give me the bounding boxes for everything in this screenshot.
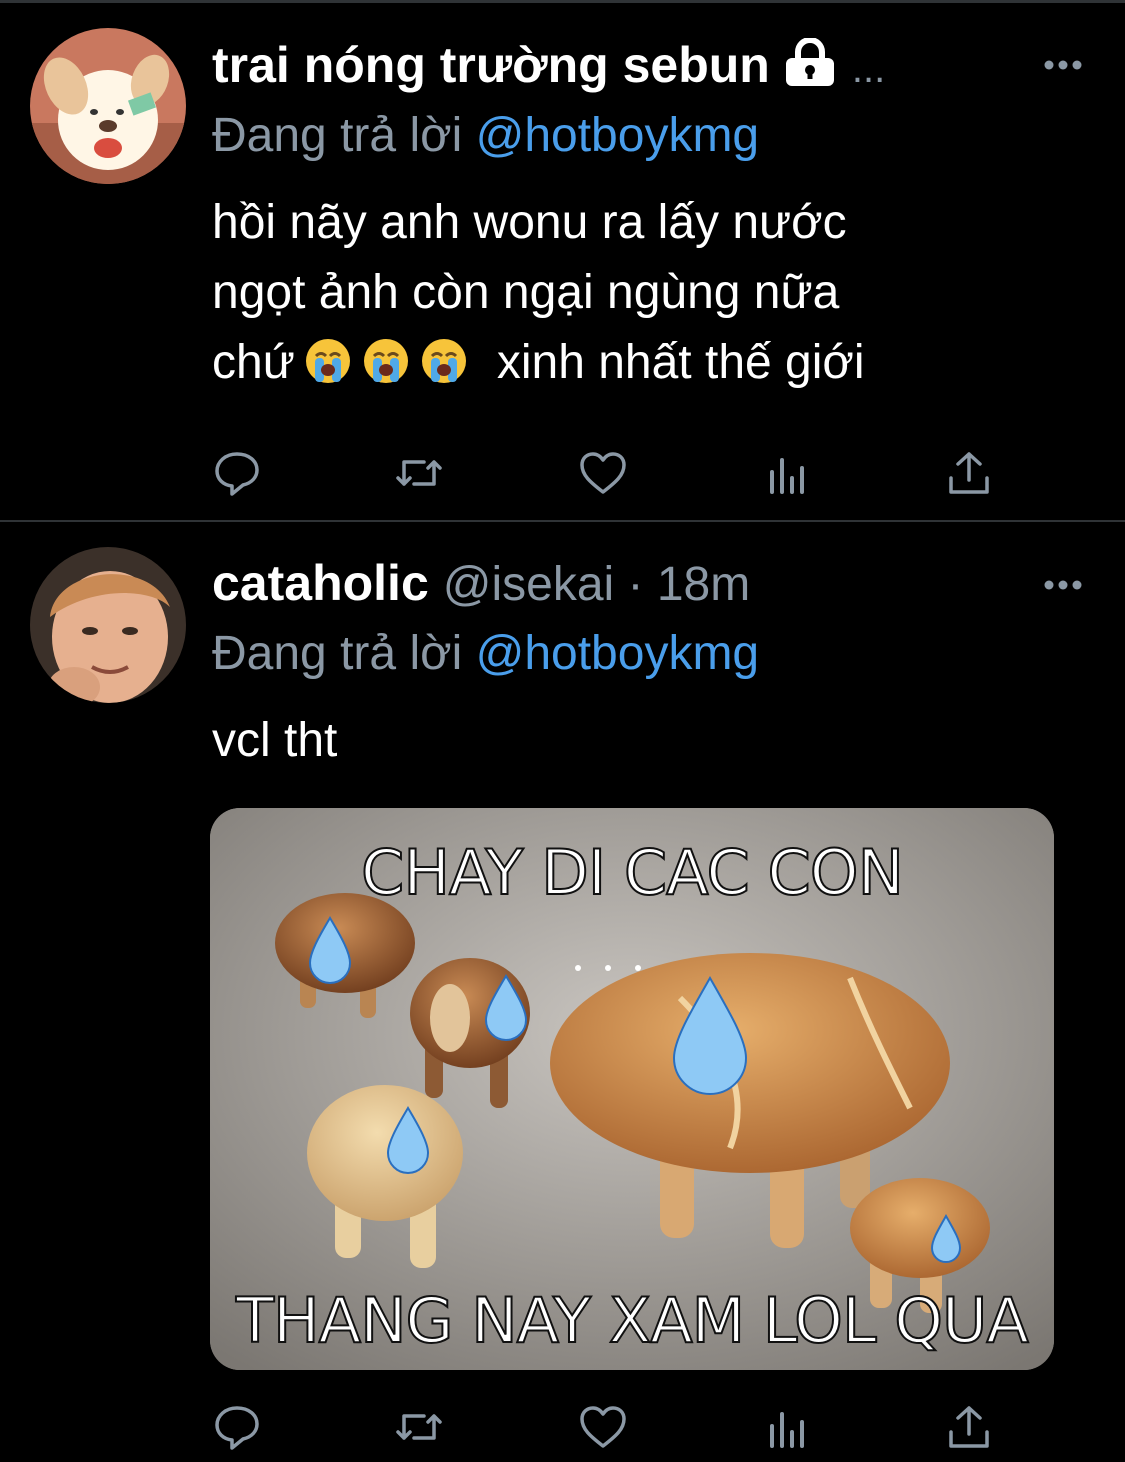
retweet-button[interactable] (394, 448, 444, 498)
tweet-text-line: chứ xinh nhất thế giới (212, 328, 1052, 398)
tweet-text-line: ngọt ảnh còn ngại ngùng nữa (212, 266, 840, 319)
tweet-media-image[interactable]: CHAY DI CAC CON THANG NAY XAM LOL QUA (210, 808, 1054, 1370)
tweet[interactable]: cataholic @isekai · 18m Đang trả lời @hot… (0, 522, 1125, 1462)
reply-label: Đang trả lời (212, 109, 463, 162)
share-button[interactable] (944, 448, 994, 498)
tweet-text-line: hồi nãy anh wonu ra lấy nước (212, 196, 847, 249)
retweet-icon (396, 460, 442, 486)
share-icon (949, 1406, 989, 1448)
like-button[interactable] (578, 448, 628, 498)
reply-icon (215, 452, 259, 496)
retweet-button[interactable] (394, 1402, 444, 1452)
tweet-text: hồi nãy anh wonu ra lấy nước ngọt ảnh cò… (212, 188, 1052, 398)
tweet-text: vcl tht (212, 714, 338, 767)
meme-caption-top: CHAY DI CAC CON (360, 835, 905, 910)
meme-caption-bottom: THANG NAY XAM LOL QUA (235, 1283, 1030, 1358)
analytics-button[interactable] (762, 448, 812, 498)
tweet-actions (212, 448, 1012, 498)
loudly-crying-emoji (421, 339, 466, 383)
tweet-text-fragment: chứ (212, 336, 295, 389)
display-name[interactable]: cataholic (212, 555, 429, 611)
display-name[interactable]: trai nóng trường sebun (212, 37, 770, 93)
loudly-crying-emoji (305, 339, 350, 383)
tweet-text-fragment: xinh nhất thế giới (496, 336, 865, 389)
truncation-ellipsis: ... (851, 47, 886, 91)
like-button[interactable] (578, 1402, 628, 1452)
more-icon[interactable] (1043, 58, 1083, 70)
retweet-icon (396, 1414, 442, 1440)
replying-to: Đang trả lời @hotboykmg (212, 108, 759, 163)
avatar[interactable] (30, 28, 186, 184)
reply-button[interactable] (212, 1402, 262, 1452)
share-button[interactable] (944, 1402, 994, 1452)
tweet-header: trai nóng trường sebun... (212, 36, 1085, 96)
reply-label: Đang trả lời (212, 627, 463, 680)
tweet[interactable]: trai nóng trường sebun... Đang trả lời @… (0, 0, 1125, 520)
reply-handle-link[interactable]: @hotboykmg (476, 109, 760, 162)
share-icon (949, 452, 989, 494)
reply-icon (215, 1406, 259, 1450)
reply-button[interactable] (212, 448, 262, 498)
loudly-crying-emoji (363, 339, 408, 383)
replying-to: Đang trả lời @hotboykmg (212, 626, 759, 681)
tweet-header: cataholic @isekai · 18m (212, 554, 1085, 614)
more-icon[interactable] (1043, 578, 1083, 590)
handle-and-time[interactable]: @isekai · 18m (443, 558, 750, 611)
analytics-icon (770, 458, 804, 494)
emoji-group (303, 336, 477, 389)
reply-handle-link[interactable]: @hotboykmg (476, 627, 760, 680)
analytics-button[interactable] (762, 1402, 812, 1452)
lock-icon (782, 37, 838, 91)
analytics-icon (770, 1412, 804, 1448)
like-icon (580, 452, 626, 494)
avatar[interactable] (30, 547, 186, 703)
like-icon (580, 1406, 626, 1448)
tweet-actions (212, 1402, 1012, 1452)
